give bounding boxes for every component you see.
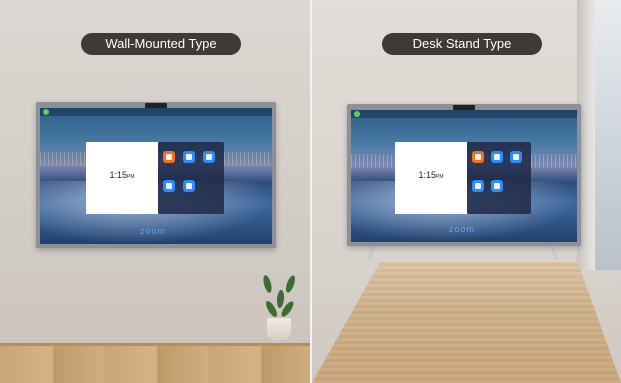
settings-icon[interactable]: [183, 180, 195, 192]
screen-top-bar: [40, 108, 272, 116]
desk-stand-display: 1:15PM zoom: [347, 104, 581, 246]
stand-leg-left: [366, 246, 376, 260]
plant-leaf: [284, 274, 297, 294]
clock-card: 1:15PM: [86, 142, 158, 214]
camera-icon[interactable]: [472, 151, 484, 163]
contacts-icon[interactable]: [163, 180, 175, 192]
settings-icon[interactable]: [491, 180, 503, 192]
clock-time: 1:15PM: [418, 170, 444, 180]
display-screen: 1:15PM zoom: [351, 110, 577, 242]
plant-leaf: [261, 274, 274, 294]
wall-mounted-scene: Wall-Mounted Type 1:15PM zoom: [0, 0, 311, 383]
app-tray: [158, 142, 224, 214]
app-logo-icon: [354, 111, 360, 117]
desk-stand-scene: Desk Stand Type 1:15PM zoom: [312, 0, 621, 383]
table-grain: [312, 262, 621, 383]
plant-pot: [267, 318, 291, 340]
screen-top-bar: [351, 110, 577, 118]
stand-leg-right: [549, 246, 559, 260]
clock-time: 1:15PM: [109, 170, 135, 180]
app-tray: [467, 142, 531, 214]
calendar-icon[interactable]: [510, 151, 522, 163]
zoom-brand: zoom: [140, 226, 167, 236]
wall-mounted-display: 1:15PM zoom: [36, 102, 276, 248]
share-screen-icon[interactable]: [183, 151, 195, 163]
desk-stand-label: Desk Stand Type: [382, 33, 542, 55]
display-screen: 1:15PM zoom: [40, 108, 272, 244]
zoom-brand: zoom: [449, 224, 476, 234]
contacts-icon[interactable]: [472, 180, 484, 192]
share-screen-icon[interactable]: [491, 151, 503, 163]
wall-mounted-label: Wall-Mounted Type: [81, 33, 241, 55]
app-logo-icon: [43, 109, 49, 115]
window: [595, 0, 621, 270]
wood-shelf: [0, 343, 311, 383]
clock-card: 1:15PM: [395, 142, 467, 214]
camera-icon[interactable]: [163, 151, 175, 163]
plant-leaf: [276, 289, 285, 309]
calendar-icon[interactable]: [203, 151, 215, 163]
